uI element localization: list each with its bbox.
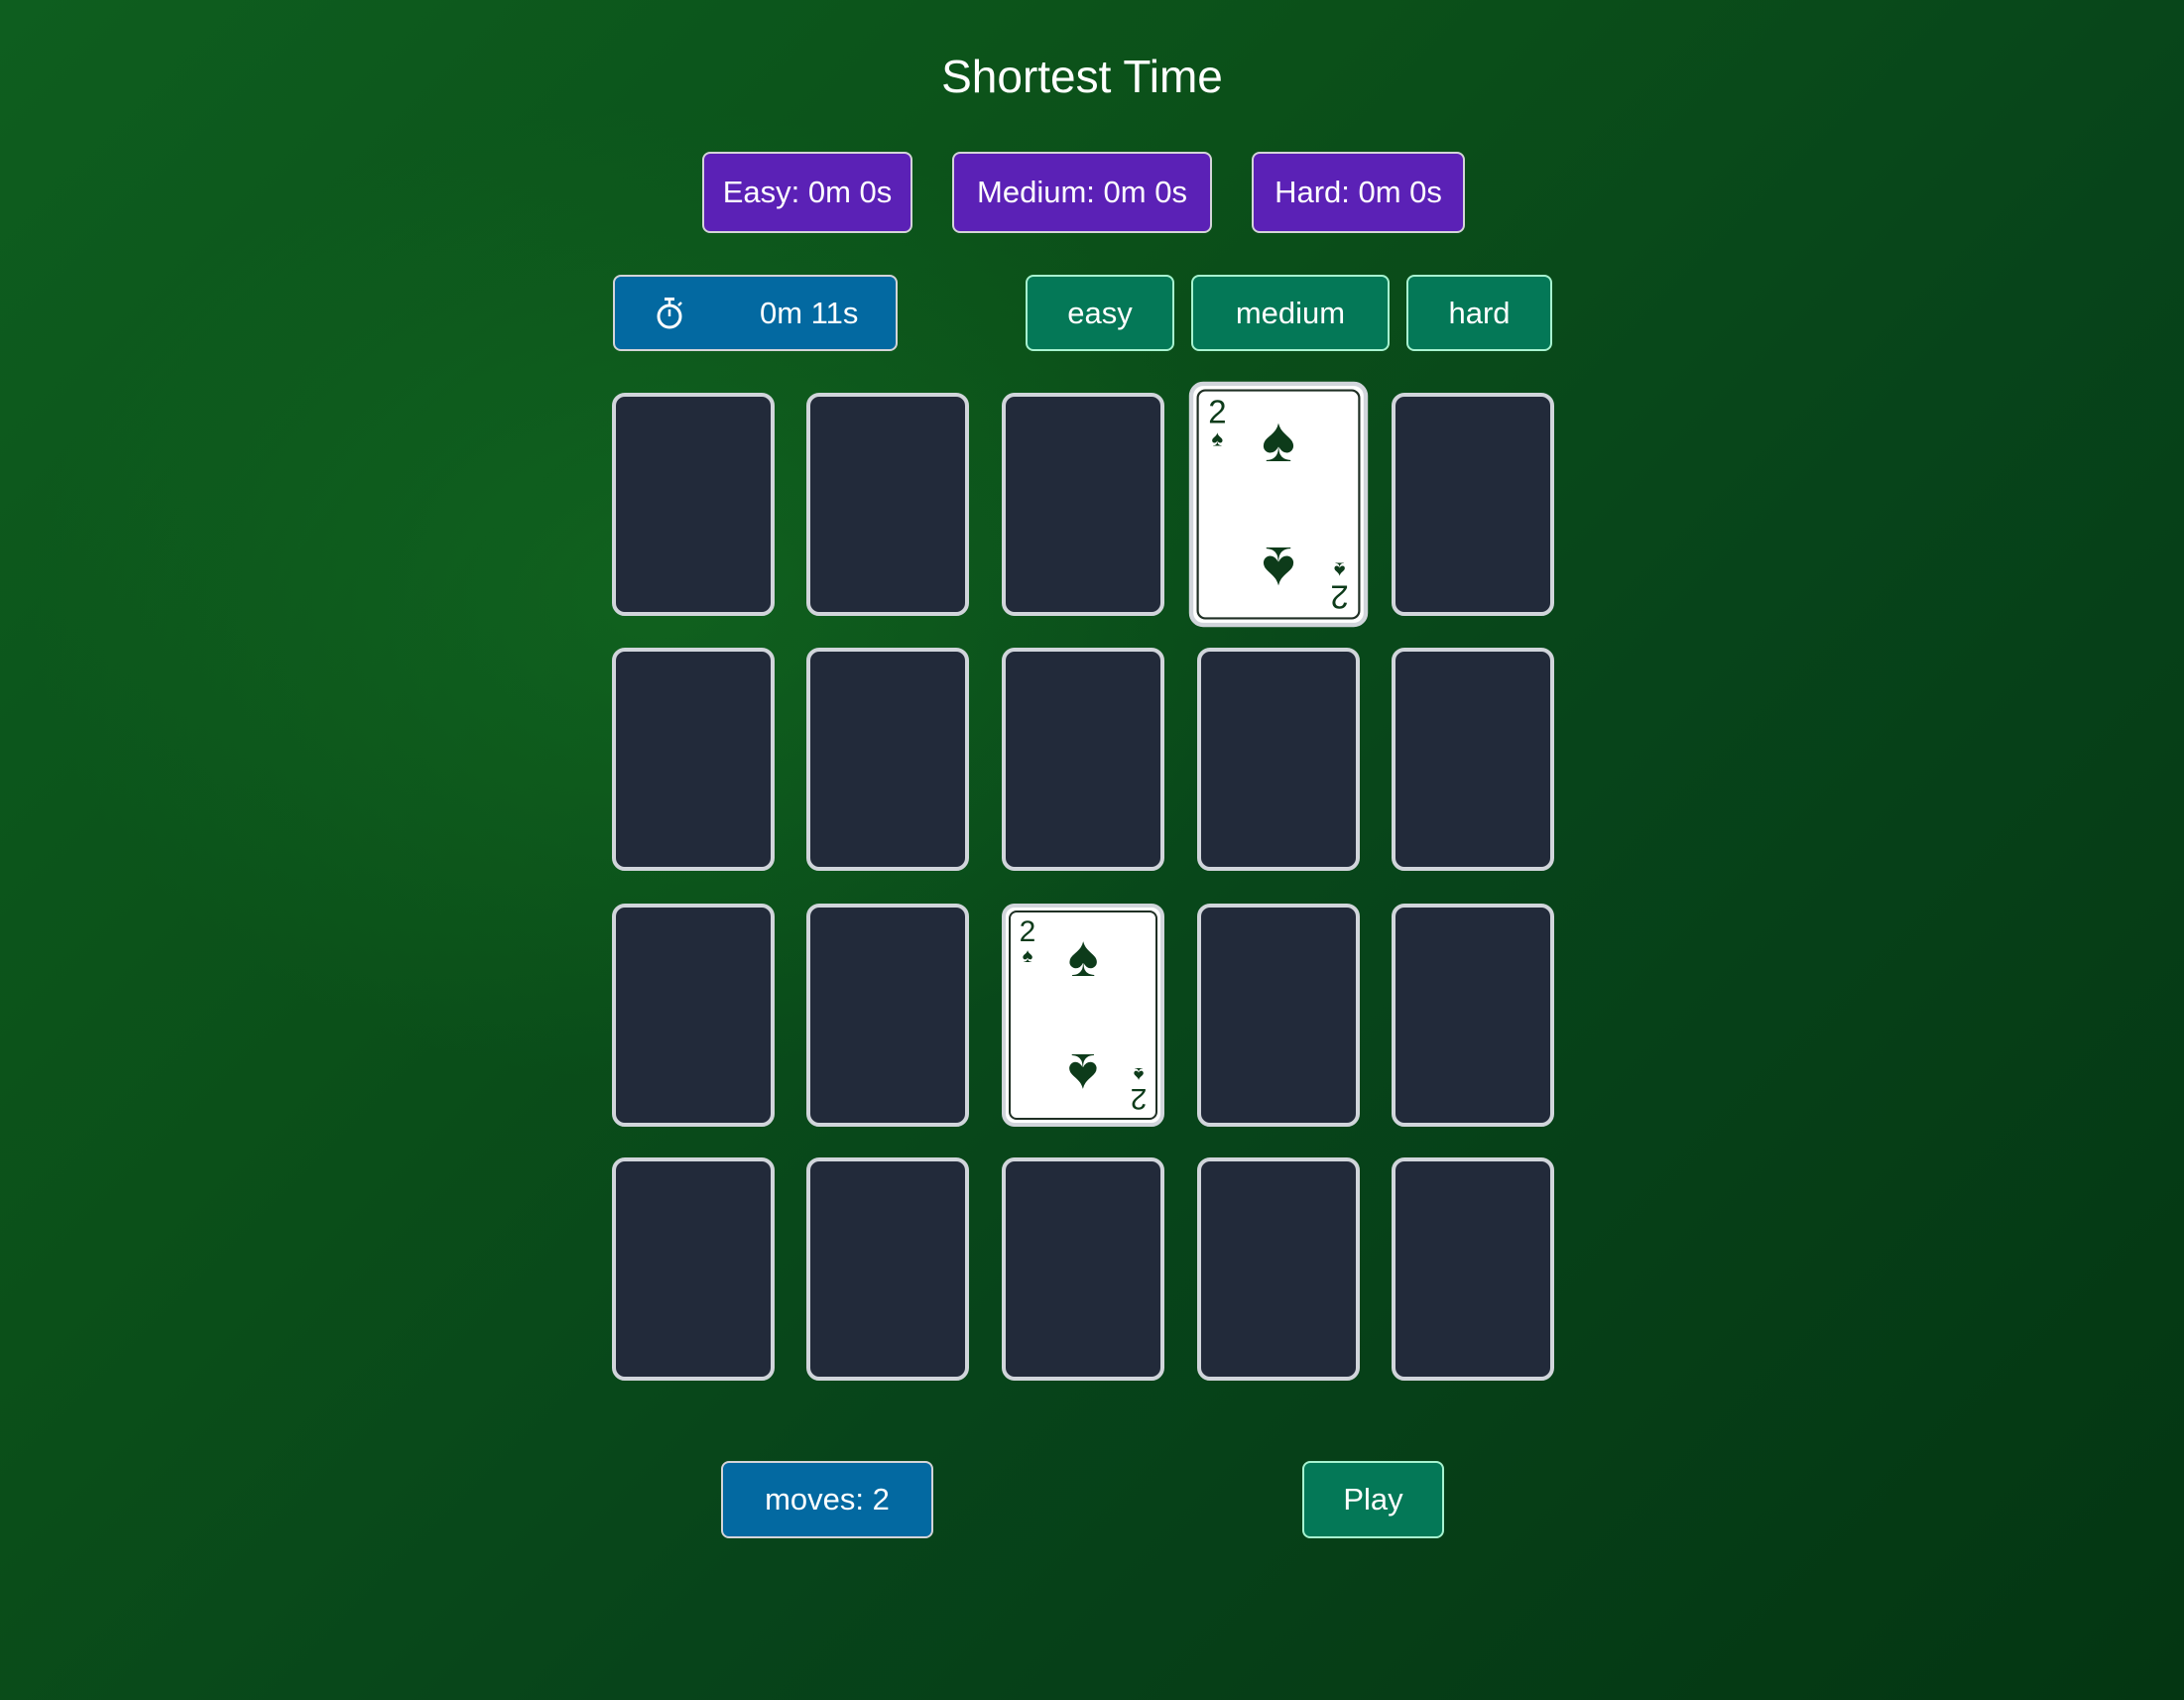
card-face-up[interactable]: 2 ♠ ♠ ♠ 2 ♠: [1002, 904, 1164, 1127]
card-index-top: 2 ♠: [1205, 394, 1229, 452]
card-rank: 2: [1330, 577, 1349, 615]
spade-icon: ♠: [1211, 426, 1224, 452]
timer-display: 0m 11s: [613, 275, 898, 351]
card-face-up[interactable]: 2 ♠ ♠ ♠ 2 ♠: [1188, 381, 1369, 628]
card-face-down[interactable]: [1197, 648, 1360, 871]
card-rank: 2: [1208, 394, 1227, 431]
spade-icon: ♠: [1262, 533, 1295, 605]
page-title: Shortest Time: [941, 51, 1223, 102]
card-face-down[interactable]: [612, 1157, 775, 1381]
record-medium[interactable]: Medium: 0m 0s: [952, 152, 1212, 233]
stopwatch-icon: [657, 298, 682, 329]
card-face-down[interactable]: [1002, 393, 1164, 616]
spade-icon: ♠: [1333, 556, 1346, 582]
card-face-down[interactable]: [612, 393, 775, 616]
card-face-down[interactable]: [1002, 1157, 1164, 1381]
card-face-down[interactable]: [612, 648, 775, 871]
card-face-down[interactable]: [1002, 648, 1164, 871]
spade-icon: ♠: [1067, 1041, 1099, 1106]
card-index-bottom: 2 ♠: [1328, 556, 1352, 615]
card-face-down[interactable]: [806, 1157, 969, 1381]
level-medium-button[interactable]: medium: [1191, 275, 1390, 351]
record-easy[interactable]: Easy: 0m 0s: [702, 152, 912, 233]
card-face-down[interactable]: [1197, 1157, 1360, 1381]
spade-icon: ♠: [1262, 404, 1295, 476]
card-face-down[interactable]: [1392, 904, 1554, 1127]
level-hard-button[interactable]: hard: [1406, 275, 1552, 351]
record-hard[interactable]: Hard: 0m 0s: [1252, 152, 1465, 233]
spade-icon: ♠: [1133, 1063, 1145, 1085]
card-face: 2 ♠ ♠ ♠ 2 ♠: [1009, 911, 1157, 1120]
card-face-down[interactable]: [1392, 1157, 1554, 1381]
play-button[interactable]: Play: [1302, 1461, 1444, 1538]
card-face-down[interactable]: [806, 904, 969, 1127]
spade-icon: ♠: [1022, 945, 1033, 967]
spade-icon: ♠: [1067, 924, 1099, 989]
card-index-bottom: 2 ♠: [1128, 1063, 1150, 1115]
card-face-down[interactable]: [612, 904, 775, 1127]
card-rank: 2: [1130, 1082, 1148, 1115]
card-face-down[interactable]: [806, 393, 969, 616]
card-rank: 2: [1019, 915, 1036, 948]
card-face-down[interactable]: [806, 648, 969, 871]
card-index-top: 2 ♠: [1017, 915, 1038, 967]
moves-counter: moves: 2: [721, 1461, 933, 1538]
card-face: 2 ♠ ♠ ♠ 2 ♠: [1196, 389, 1361, 620]
card-face-down[interactable]: [1197, 904, 1360, 1127]
timer-value: 0m 11s: [760, 295, 859, 330]
card-face-down[interactable]: [1392, 648, 1554, 871]
level-easy-button[interactable]: easy: [1026, 275, 1174, 351]
card-face-down[interactable]: [1392, 393, 1554, 616]
